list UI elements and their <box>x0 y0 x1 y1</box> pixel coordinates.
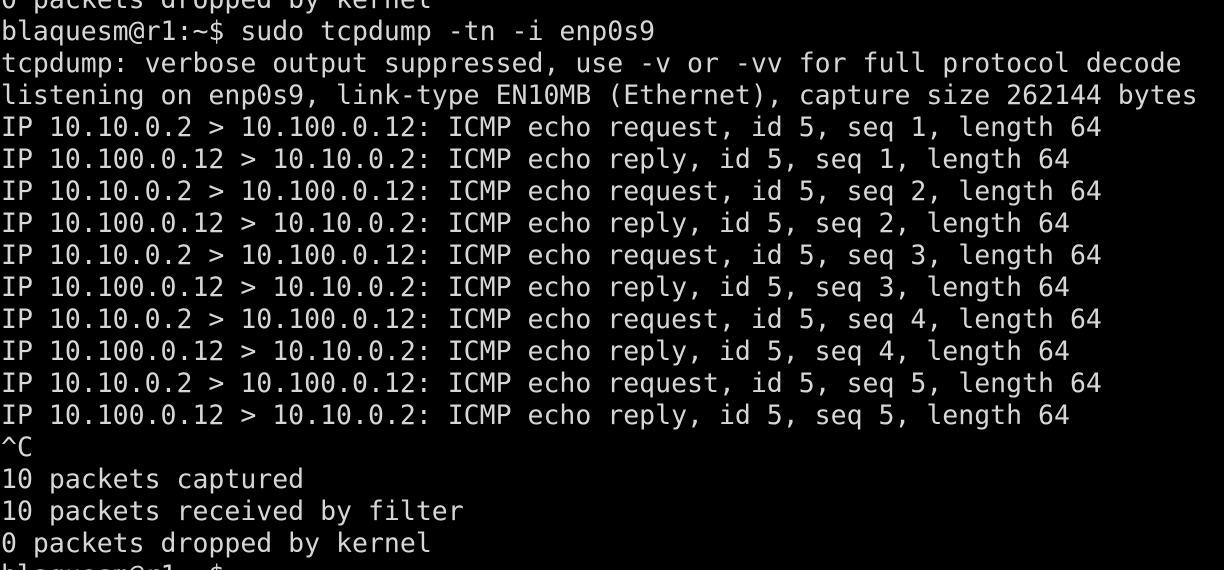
terminal-line-prev-output: 0 packets dropped by kernel <box>0 0 1224 16</box>
terminal-line-packet: IP 10.10.0.2 > 10.100.0.12: ICMP echo re… <box>1 112 1102 143</box>
terminal-line-packet: IP 10.10.0.2 > 10.100.0.12: ICMP echo re… <box>1 304 1102 335</box>
terminal-line-summary-received: 10 packets received by filter <box>1 496 464 527</box>
terminal-line-packet: IP 10.100.0.12 > 10.10.0.2: ICMP echo re… <box>1 144 1070 175</box>
terminal-line-listening: listening on enp0s9, link-type EN10MB (E… <box>1 80 1198 111</box>
terminal-line-packet: IP 10.10.0.2 > 10.100.0.12: ICMP echo re… <box>1 368 1102 399</box>
terminal-line-prompt[interactable]: blaquesm@r1:~$ <box>0 560 1224 570</box>
terminal-line-packet: IP 10.100.0.12 > 10.10.0.2: ICMP echo re… <box>1 208 1070 239</box>
terminal-line-packet: IP 10.100.0.12 > 10.10.0.2: ICMP echo re… <box>1 400 1070 431</box>
terminal-window[interactable]: 0 packets dropped by kernel blaquesm@r1:… <box>0 0 1224 570</box>
terminal-line-interrupt: ^C <box>1 432 33 463</box>
terminal-line-summary-dropped: 0 packets dropped by kernel <box>1 528 432 559</box>
terminal-line-packet: IP 10.100.0.12 > 10.10.0.2: ICMP echo re… <box>1 272 1070 303</box>
terminal-line-tcpdump-notice: tcpdump: verbose output suppressed, use … <box>1 48 1182 79</box>
terminal-line-packet: IP 10.10.0.2 > 10.100.0.12: ICMP echo re… <box>1 176 1102 207</box>
terminal-line-command: blaquesm@r1:~$ sudo tcpdump -tn -i enp0s… <box>1 16 656 47</box>
terminal-line-packet: IP 10.100.0.12 > 10.10.0.2: ICMP echo re… <box>1 336 1070 367</box>
terminal-line-summary-captured: 10 packets captured <box>1 464 305 495</box>
terminal-line-packet: IP 10.10.0.2 > 10.100.0.12: ICMP echo re… <box>1 240 1102 271</box>
